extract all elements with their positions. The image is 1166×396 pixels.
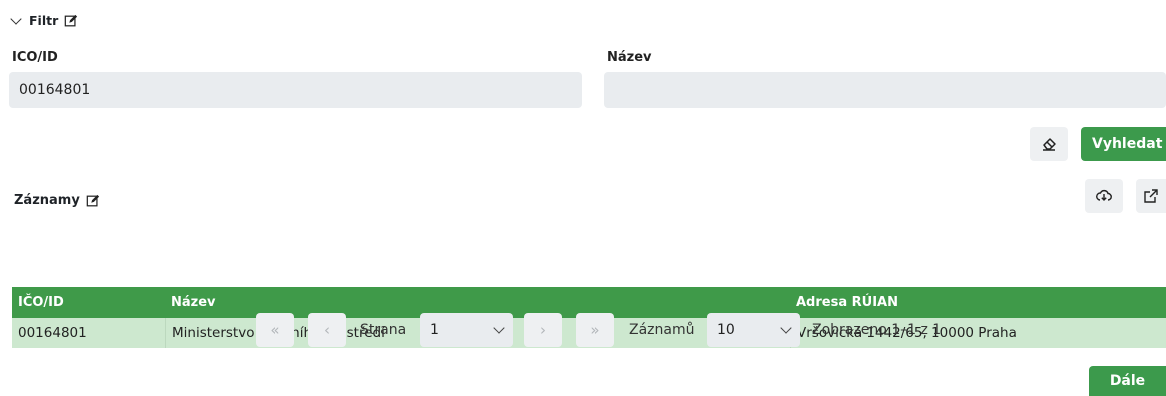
open-external-button[interactable] bbox=[1136, 179, 1166, 213]
ico-label: ICO/ID bbox=[12, 50, 58, 65]
column-header-ico[interactable]: IČO/ID bbox=[12, 287, 165, 318]
filter-title: Filtr bbox=[29, 13, 59, 28]
per-page-select[interactable]: 10 bbox=[707, 313, 800, 347]
records-header: Záznamy bbox=[14, 193, 100, 208]
chevron-down-icon bbox=[780, 321, 792, 334]
filter-toggle[interactable]: Filtr bbox=[10, 12, 78, 28]
per-page-value: 10 bbox=[717, 322, 735, 338]
export-button[interactable] bbox=[1085, 179, 1123, 213]
cell-ico: 00164801 bbox=[18, 325, 87, 341]
clear-filter-button[interactable] bbox=[1030, 127, 1068, 161]
edit-icon[interactable] bbox=[86, 194, 100, 208]
external-link-icon bbox=[1144, 189, 1158, 203]
name-label: Název bbox=[607, 50, 652, 65]
next-button[interactable]: Dále bbox=[1089, 366, 1166, 396]
pagination-status: Zobrazeno 1–1 z 1 bbox=[812, 322, 942, 338]
first-page-button[interactable]: « bbox=[256, 313, 294, 347]
edit-icon[interactable] bbox=[64, 14, 78, 28]
page-label: Strana bbox=[360, 322, 407, 338]
page-select[interactable]: 1 bbox=[420, 313, 513, 347]
column-header-address[interactable]: Adresa RÚIAN bbox=[790, 287, 1166, 318]
prev-page-button[interactable]: ‹ bbox=[308, 313, 346, 347]
per-page-label: Záznamů bbox=[629, 322, 695, 338]
chevron-down-icon bbox=[493, 321, 505, 334]
chevron-down-icon bbox=[10, 12, 22, 25]
eraser-icon bbox=[1043, 138, 1056, 151]
ico-input[interactable]: 00164801 bbox=[9, 72, 582, 108]
next-page-button[interactable]: › bbox=[524, 313, 562, 347]
page-value: 1 bbox=[430, 322, 439, 338]
name-input[interactable] bbox=[604, 72, 1166, 108]
cloud-download-icon bbox=[1096, 189, 1112, 201]
last-page-button[interactable]: » bbox=[576, 313, 614, 347]
records-title: Záznamy bbox=[14, 193, 80, 208]
search-button[interactable]: Vyhledat bbox=[1081, 127, 1166, 161]
